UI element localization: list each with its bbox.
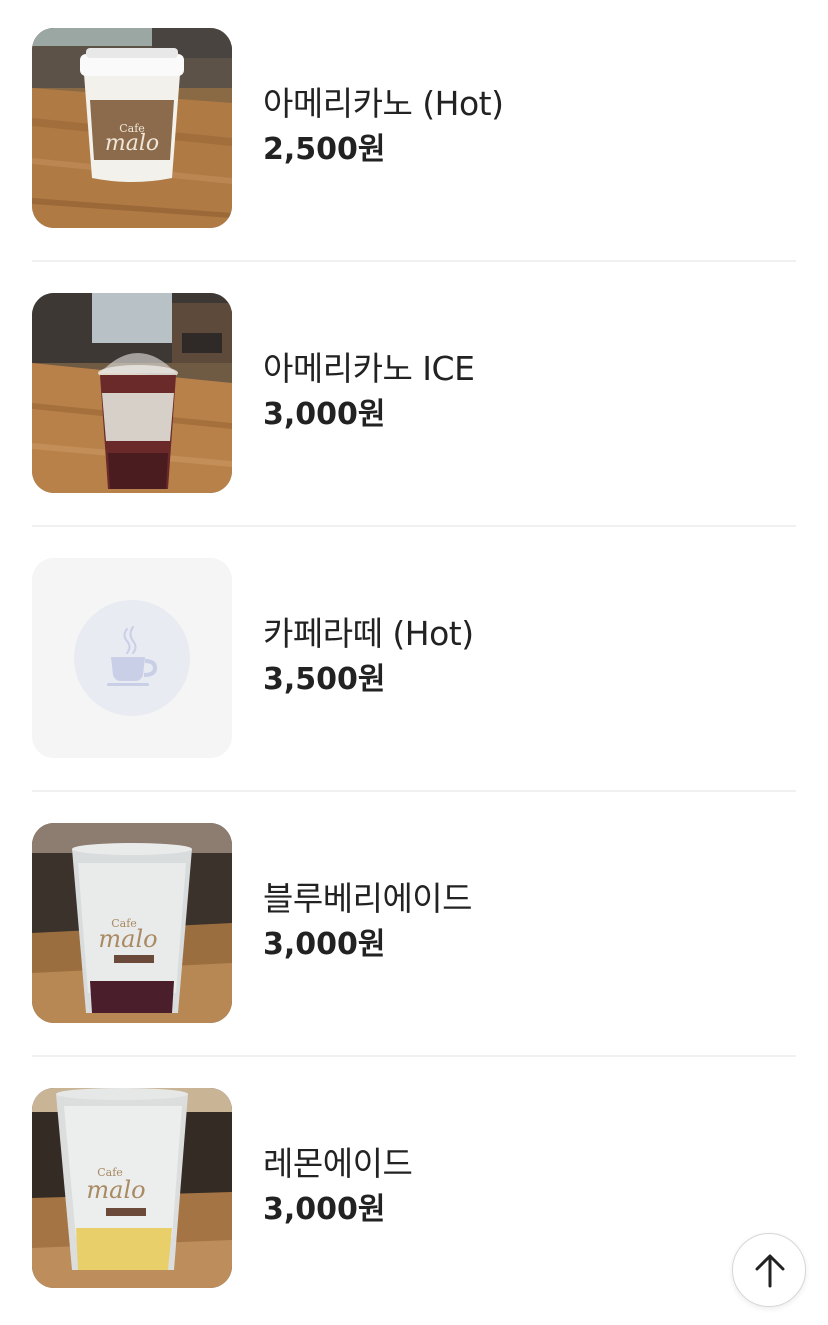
scroll-to-top-button[interactable] bbox=[732, 1233, 806, 1307]
menu-item[interactable]: Cafe malo 레몬에이드 3,000원 bbox=[32, 1060, 796, 1325]
menu-item-info: 블루베리에이드 3,000원 bbox=[263, 877, 473, 965]
menu-item-name: 블루베리에이드 bbox=[263, 879, 473, 918]
svg-text:malo: malo bbox=[98, 925, 157, 953]
menu-item-info: 아메리카노 ICE 3,000원 bbox=[263, 347, 475, 435]
lemon-ade-photo: Cafe malo bbox=[32, 1088, 232, 1288]
placeholder-circle bbox=[74, 600, 190, 716]
divider bbox=[32, 1055, 796, 1057]
iced-americano-photo bbox=[32, 293, 232, 493]
menu-list: Cafe malo 아메리카노 (Hot) 2,500원 아메리카노 ICE 3… bbox=[32, 0, 796, 1325]
divider bbox=[32, 525, 796, 527]
menu-item-name: 아메리카노 ICE bbox=[263, 349, 475, 388]
menu-item[interactable]: 카페라떼 (Hot) 3,500원 bbox=[32, 530, 796, 795]
menu-item-info: 레몬에이드 3,000원 bbox=[263, 1142, 413, 1230]
menu-item-image[interactable] bbox=[32, 293, 232, 493]
divider bbox=[32, 790, 796, 792]
menu-item-info: 아메리카노 (Hot) 2,500원 bbox=[263, 82, 504, 170]
arrow-up-icon bbox=[755, 1254, 785, 1288]
menu-item-price: 3,500원 bbox=[263, 662, 386, 697]
menu-item-image[interactable] bbox=[32, 558, 232, 758]
menu-item-name: 카페라떼 (Hot) bbox=[263, 614, 474, 653]
svg-text:malo: malo bbox=[105, 131, 159, 156]
menu-item-name: 레몬에이드 bbox=[263, 1144, 413, 1183]
menu-item-price: 3,000원 bbox=[263, 397, 386, 432]
menu-item-image[interactable]: Cafe malo bbox=[32, 1088, 232, 1288]
blueberry-ade-photo: Cafe malo bbox=[32, 823, 232, 1023]
hot-americano-photo: Cafe malo bbox=[32, 28, 232, 228]
divider bbox=[32, 260, 796, 262]
menu-item[interactable]: 아메리카노 ICE 3,000원 bbox=[32, 265, 796, 530]
menu-item-image[interactable]: Cafe malo bbox=[32, 28, 232, 228]
menu-item[interactable]: Cafe malo 아메리카노 (Hot) 2,500원 bbox=[32, 0, 796, 265]
svg-text:malo: malo bbox=[86, 1176, 145, 1204]
menu-item-price: 2,500원 bbox=[263, 132, 386, 167]
menu-item-price: 3,000원 bbox=[263, 1192, 386, 1227]
menu-item-info: 카페라떼 (Hot) 3,500원 bbox=[263, 612, 474, 700]
coffee-cup-icon bbox=[107, 626, 157, 686]
menu-item-image[interactable]: Cafe malo bbox=[32, 823, 232, 1023]
menu-item-price: 3,000원 bbox=[263, 927, 386, 962]
image-placeholder bbox=[32, 558, 232, 758]
menu-item-name: 아메리카노 (Hot) bbox=[263, 84, 504, 123]
menu-item[interactable]: Cafe malo 블루베리에이드 3,000원 bbox=[32, 795, 796, 1060]
